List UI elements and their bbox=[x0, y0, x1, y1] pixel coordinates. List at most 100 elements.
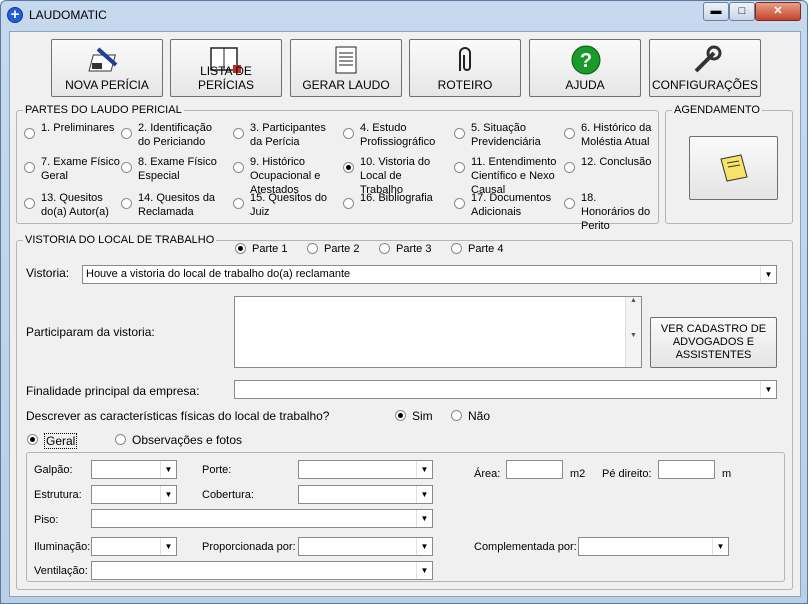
chevron-down-icon[interactable]: ▼ bbox=[416, 562, 432, 579]
parte-laudo-label: 17. Documentos Adicionais bbox=[471, 192, 552, 218]
wrench-icon bbox=[694, 45, 722, 73]
paperclip-icon bbox=[459, 47, 471, 71]
nova-pericia-label: NOVA PERÍCIA bbox=[65, 78, 149, 92]
participaram-textarea[interactable]: ▲ ▼ bbox=[234, 296, 642, 368]
chevron-down-icon[interactable]: ▼ bbox=[416, 538, 432, 555]
porte-label: Porte: bbox=[202, 464, 232, 476]
nova-pericia-button[interactable]: NOVA PERÍCIA bbox=[51, 39, 163, 97]
observacoes-label: Observações e fotos bbox=[132, 433, 243, 447]
proporcionada-label: Proporcionada por: bbox=[202, 541, 296, 553]
radio-dot bbox=[564, 198, 575, 209]
ajuda-label: AJUDA bbox=[565, 78, 605, 92]
radio-dot bbox=[343, 128, 354, 139]
area-input[interactable] bbox=[506, 460, 563, 479]
radio-dot bbox=[24, 198, 35, 209]
svg-text:?: ? bbox=[580, 50, 592, 72]
window-title: LAUDOMATIC bbox=[29, 8, 107, 22]
radio-dot bbox=[454, 162, 465, 173]
app-plus-icon: + bbox=[7, 7, 23, 23]
chevron-down-icon[interactable]: ▼ bbox=[160, 461, 176, 478]
finalidade-label: Finalidade principal da empresa: bbox=[26, 384, 200, 398]
chevron-down-icon[interactable]: ▼ bbox=[416, 461, 432, 478]
chevron-down-icon[interactable]: ▼ bbox=[160, 538, 176, 555]
radio-dot bbox=[307, 243, 318, 254]
parte-1-label: Parte 1 bbox=[252, 243, 288, 255]
parte-laudo-label: 12. Conclusão bbox=[581, 156, 652, 168]
vistoria-select[interactable]: Houve a vistoria do local de trabalho do… bbox=[82, 265, 777, 284]
vistoria-label: Vistoria: bbox=[26, 266, 70, 280]
participaram-label: Participaram da vistoria: bbox=[26, 325, 155, 339]
agendamento-title: AGENDAMENTO bbox=[672, 103, 762, 117]
radio-dot bbox=[233, 162, 244, 173]
configuracoes-button[interactable]: CONFIGURAÇÕES bbox=[649, 39, 761, 97]
partes-title: PARTES DO LAUDO PERICIAL bbox=[23, 103, 184, 117]
radio-dot bbox=[233, 128, 244, 139]
radio-dot bbox=[343, 198, 354, 209]
radio-dot bbox=[564, 162, 575, 173]
title-bar: + LAUDOMATIC ▬ □ ✕ bbox=[1, 1, 807, 29]
app-window: + LAUDOMATIC ▬ □ ✕ NOVA PERÍCIA LISTA DE… bbox=[0, 0, 808, 604]
radio-dot bbox=[235, 243, 246, 254]
porte-select[interactable]: ▼ bbox=[298, 460, 433, 479]
estrutura-select[interactable]: ▼ bbox=[91, 485, 177, 504]
chevron-down-icon[interactable]: ▼ bbox=[760, 266, 776, 283]
main-panel: NOVA PERÍCIA LISTA DE PERÍCIAS GERAR LAU… bbox=[9, 31, 801, 597]
chevron-down-icon[interactable]: ▼ bbox=[416, 510, 432, 527]
close-button[interactable]: ✕ bbox=[755, 2, 801, 21]
cobertura-label: Cobertura: bbox=[202, 489, 254, 501]
configuracoes-label: CONFIGURAÇÕES bbox=[651, 78, 758, 92]
ver-cadastro-label: VER CADASTRO DE ADVOGADOS E ASSISTENTES bbox=[660, 323, 767, 361]
chevron-down-icon[interactable]: ▼ bbox=[160, 486, 176, 503]
parte-laudo-label: 5. Situação Previdenciária bbox=[471, 122, 541, 148]
proporcionada-select[interactable]: ▼ bbox=[298, 537, 433, 556]
radio-dot bbox=[24, 162, 35, 173]
parte-4-label: Parte 4 bbox=[468, 243, 504, 255]
parte-laudo-label: 4. Estudo Profissiográfico bbox=[360, 122, 436, 148]
galpao-select[interactable]: ▼ bbox=[91, 460, 177, 479]
radio-dot bbox=[24, 128, 35, 139]
chevron-down-icon[interactable]: ▼ bbox=[712, 538, 728, 555]
pe-direito-input[interactable] bbox=[658, 460, 715, 479]
parte-laudo-label: 1. Preliminares bbox=[41, 122, 115, 134]
ajuda-button[interactable]: ? AJUDA bbox=[529, 39, 641, 97]
parte-3-label: Parte 3 bbox=[396, 243, 432, 255]
radio-dot bbox=[121, 198, 132, 209]
radio-dot bbox=[121, 162, 132, 173]
parte-laudo-label: 18. Honorários do Perito bbox=[581, 192, 651, 232]
complementada-select[interactable]: ▼ bbox=[578, 537, 729, 556]
iluminacao-select[interactable]: ▼ bbox=[91, 537, 177, 556]
radio-dot bbox=[27, 434, 38, 445]
parte-2-label: Parte 2 bbox=[324, 243, 360, 255]
radio-dot bbox=[233, 198, 244, 209]
parte-laudo-label: 3. Participantes da Perícia bbox=[250, 122, 326, 148]
cobertura-select[interactable]: ▼ bbox=[298, 485, 433, 504]
agendamento-button[interactable] bbox=[689, 136, 778, 200]
finalidade-select[interactable]: ▼ bbox=[234, 380, 777, 399]
roteiro-button[interactable]: ROTEIRO bbox=[409, 39, 521, 97]
sim-label: Sim bbox=[412, 409, 433, 423]
ventilacao-label: Ventilação: bbox=[34, 565, 88, 577]
area-label: Área: bbox=[474, 468, 501, 480]
radio-dot bbox=[121, 128, 132, 139]
radio-dot bbox=[395, 410, 406, 421]
parte-laudo-label: 2. Identificação do Periciando bbox=[138, 122, 212, 148]
area-unit: m2 bbox=[570, 468, 586, 480]
ventilacao-select[interactable]: ▼ bbox=[91, 561, 433, 580]
piso-select[interactable]: ▼ bbox=[91, 509, 433, 528]
radio-dot bbox=[454, 198, 465, 209]
maximize-button[interactable]: □ bbox=[729, 2, 755, 21]
iluminacao-label: Iluminação: bbox=[34, 541, 91, 553]
lista-pericias-button[interactable]: LISTA DE PERÍCIAS bbox=[170, 39, 282, 97]
radio-dot bbox=[343, 162, 354, 173]
minimize-button[interactable]: ▬ bbox=[703, 2, 729, 21]
roteiro-label: ROTEIRO bbox=[437, 78, 493, 92]
textarea-scrollbar[interactable]: ▲ ▼ bbox=[625, 297, 641, 367]
radio-dot bbox=[451, 410, 462, 421]
chevron-down-icon[interactable]: ▼ bbox=[416, 486, 432, 503]
gerar-laudo-button[interactable]: GERAR LAUDO bbox=[290, 39, 402, 97]
gerar-laudo-label: GERAR LAUDO bbox=[302, 78, 390, 92]
nao-label: Não bbox=[468, 409, 491, 423]
ver-cadastro-button[interactable]: VER CADASTRO DE ADVOGADOS E ASSISTENTES bbox=[650, 317, 777, 368]
chevron-down-icon[interactable]: ▼ bbox=[760, 381, 776, 398]
parte-laudo-label: 7. Exame Físico Geral bbox=[41, 156, 120, 182]
